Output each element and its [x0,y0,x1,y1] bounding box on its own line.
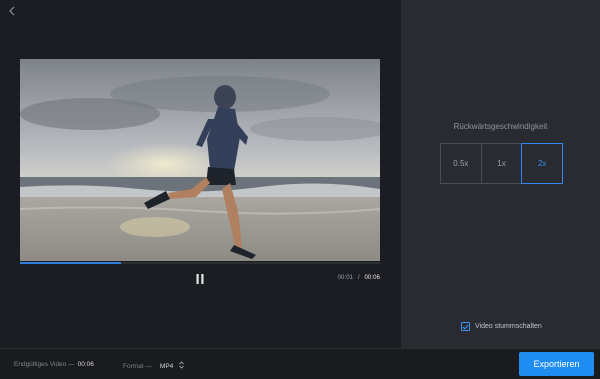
export-button[interactable]: Exportieren [519,352,594,376]
mute-checkbox[interactable] [461,322,470,331]
mute-label: Video stummschalten [475,323,542,330]
time-readout: 00:01 / 00:06 [338,275,380,281]
updown-arrows-icon[interactable] [179,361,185,371]
speed-option-1x[interactable]: 1x [482,144,523,183]
reverse-speed-label: Rückwärtsgeschwindigkeit [453,122,548,131]
preview-area: 00:01 / 00:06 [0,0,401,348]
playback-progress-fill [20,262,121,264]
current-time: 00:01 [337,275,354,281]
check-icon [462,324,469,330]
format-selector: Format — MP4 [123,361,185,371]
time-separator: / [357,275,360,281]
final-video-duration: 00:06 [77,361,94,368]
speed-option-0-5x[interactable]: 0.5x [441,144,482,183]
speed-options: 0.5x 1x 2x [440,143,564,184]
final-video-info: Endgültiges Video —00:06 [14,361,94,368]
duration: 00:06 [364,275,380,281]
mute-video-toggle[interactable]: Video stummschalten [461,322,542,331]
final-video-label: Endgültiges Video — [14,361,75,368]
video-preview [20,59,380,261]
format-label: Format — [123,362,152,370]
back-chevron-icon[interactable] [5,4,19,18]
format-value[interactable]: MP4 [160,363,173,370]
playback-progress-bar[interactable] [20,262,380,264]
speed-option-2x[interactable]: 2x [521,143,564,184]
pause-icon[interactable] [193,272,207,286]
